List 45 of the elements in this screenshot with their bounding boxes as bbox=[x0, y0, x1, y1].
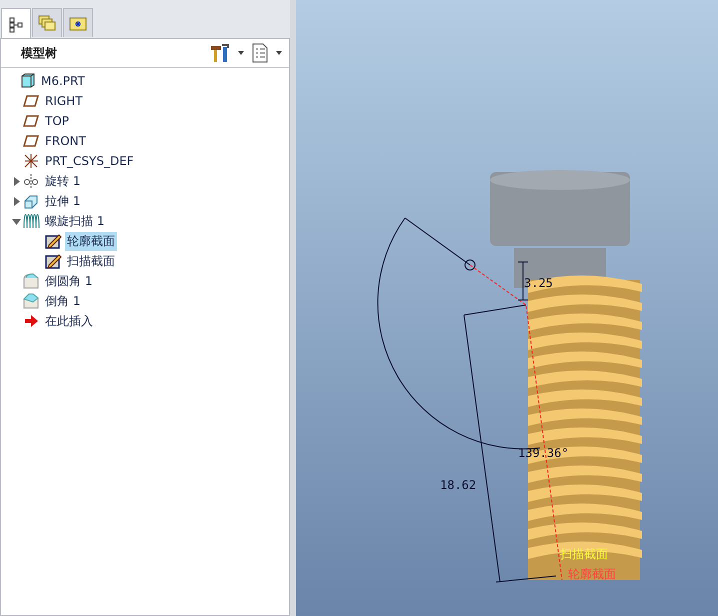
panel-tab[interactable] bbox=[63, 8, 93, 37]
tree-item[interactable]: 螺旋扫描 1 bbox=[43, 212, 106, 230]
section-label: 轮廓截面 bbox=[568, 567, 616, 581]
plane-icon bbox=[23, 133, 40, 149]
tree-item[interactable]: TOP bbox=[43, 113, 72, 129]
helical-icon bbox=[23, 213, 40, 229]
tree-icon bbox=[9, 16, 23, 32]
tree-item[interactable]: 倒圆角 1 bbox=[43, 272, 94, 290]
tree-item[interactable]: RIGHT bbox=[43, 93, 85, 109]
tree-item[interactable]: 轮廓截面 bbox=[65, 232, 117, 250]
chamfer-icon bbox=[23, 293, 40, 309]
round-icon bbox=[23, 273, 40, 289]
panel-tab[interactable] bbox=[1, 8, 31, 40]
revolve-icon bbox=[23, 173, 40, 189]
expander-icon[interactable] bbox=[12, 176, 20, 186]
dimension-value[interactable]: 139.36° bbox=[518, 446, 569, 460]
settings-icon[interactable] bbox=[209, 43, 231, 63]
tree-item[interactable]: 在此插入 bbox=[43, 312, 95, 330]
tree-item[interactable]: 倒角 1 bbox=[43, 292, 82, 310]
tree-item[interactable]: M6.PRT bbox=[39, 73, 87, 89]
section-label: 扫描截面 bbox=[560, 547, 608, 561]
dropdown-caret-icon[interactable] bbox=[275, 50, 283, 56]
folder-icon bbox=[69, 15, 87, 31]
part-icon bbox=[19, 73, 36, 89]
3d-viewport[interactable]: 3.25 139.36° 18.62 扫描截面 轮廓截面 bbox=[296, 0, 718, 616]
tree-item[interactable]: 拉伸 1 bbox=[43, 192, 82, 210]
dropdown-caret-icon[interactable] bbox=[237, 50, 245, 56]
sketch-icon bbox=[45, 253, 62, 269]
plane-icon bbox=[23, 93, 40, 109]
extrude-icon bbox=[23, 193, 40, 209]
dimension-value[interactable]: 3.25 bbox=[524, 276, 553, 290]
sketch-icon bbox=[45, 233, 62, 249]
expander-icon[interactable] bbox=[12, 196, 20, 206]
csys-icon bbox=[23, 153, 40, 169]
expander-icon[interactable] bbox=[12, 216, 20, 226]
insert-icon bbox=[23, 313, 40, 329]
plane-icon bbox=[23, 113, 40, 129]
folders-icon bbox=[38, 14, 56, 32]
dimension-value[interactable]: 18.62 bbox=[440, 478, 476, 492]
tree-item[interactable]: 旋转 1 bbox=[43, 172, 82, 190]
tree-item[interactable]: FRONT bbox=[43, 133, 88, 149]
tree-item[interactable]: PRT_CSYS_DEF bbox=[43, 153, 136, 169]
panel-title: 模型树 bbox=[21, 44, 57, 62]
list-icon[interactable] bbox=[251, 43, 269, 63]
tree-item[interactable]: 扫描截面 bbox=[65, 252, 117, 270]
